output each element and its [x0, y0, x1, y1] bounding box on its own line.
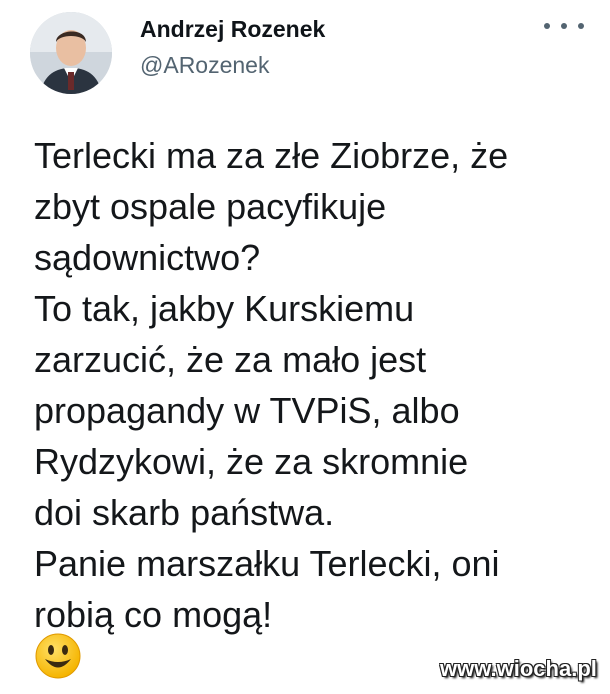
tweet-text-line: zbyt ospale pacyfikuje — [34, 186, 387, 227]
tweet-text-line: To tak, jakby Kurskiemu — [34, 288, 415, 329]
tweet-text-line: Terlecki ma za złe Ziobrze, że — [34, 135, 509, 176]
dot — [544, 23, 550, 29]
watermark: www.wiocha.pl — [440, 656, 597, 681]
tweet-text-line: sądownictwo? — [34, 237, 261, 278]
tweet-text-line: propagandy w TVPiS, albo — [34, 390, 460, 431]
tweet-text-line: robią co mogą! — [34, 594, 273, 635]
tweet-text-line: Rydzykowi, że za skromnie — [34, 441, 469, 482]
author-name[interactable]: Andrzej Rozenek — [140, 16, 325, 43]
dot — [561, 23, 567, 29]
more-options-icon[interactable] — [544, 14, 584, 38]
tweet-text-line: doi skarb państwa. — [34, 492, 335, 533]
dot — [578, 23, 584, 29]
tweet-text: Terlecki ma za złe Ziobrze, że zbyt ospa… — [34, 130, 594, 640]
tweet-card: Andrzej Rozenek @ARozenek Terlecki ma za… — [0, 0, 610, 694]
tweet-text-line: zarzucić, że za mało jest — [34, 339, 427, 380]
avatar-image — [30, 12, 112, 94]
author-handle[interactable]: @ARozenek — [140, 52, 269, 79]
tweet-text-line: Panie marszałku Terlecki, oni — [34, 543, 500, 584]
smiling-face-icon — [35, 633, 81, 679]
avatar[interactable] — [30, 12, 112, 94]
